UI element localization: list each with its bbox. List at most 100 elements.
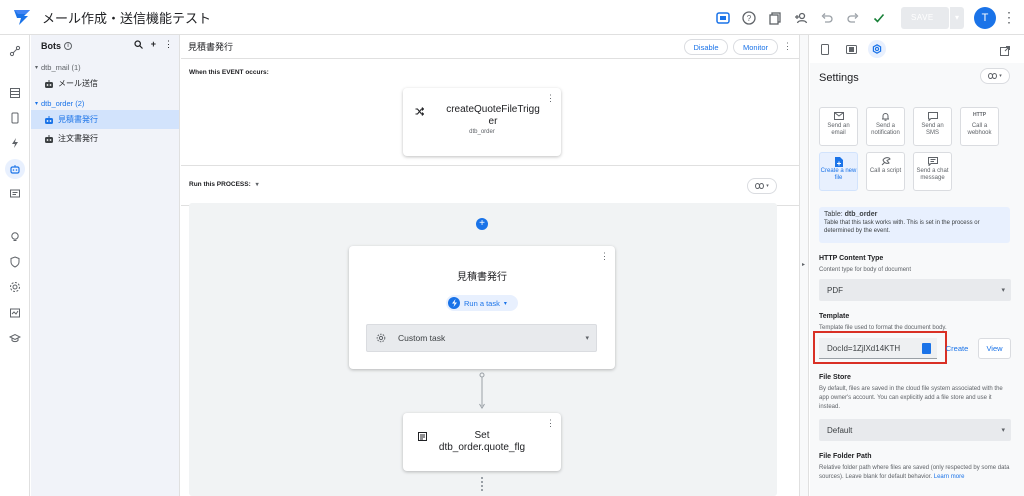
table-name: dtb_order <box>844 211 878 218</box>
http-content-type-value: PDF <box>827 285 843 295</box>
help-icon[interactable]: ? <box>737 6 761 30</box>
chevron-down-icon: ▾ <box>766 183 769 189</box>
process-link-toggle[interactable]: ▾ <box>747 178 777 194</box>
http-icon: HTTP <box>972 112 987 118</box>
step-card[interactable]: ⋮ 見積書発行 Run a task ▾ Custom task ▾ <box>349 246 615 369</box>
bots-more-icon[interactable]: ⋮ <box>164 40 173 51</box>
chevron-down-icon: ▾ <box>999 73 1002 79</box>
bot-item-label: 注文書発行 <box>58 134 98 143</box>
redo-icon[interactable] <box>841 6 865 30</box>
appsheet-logo <box>14 10 30 25</box>
chevron-down-icon: ▾ <box>585 335 589 342</box>
more-menu-icon[interactable]: ⋮ <box>1002 9 1016 26</box>
collapse-icon[interactable]: ▾ <box>35 64 38 71</box>
http-content-type-label: HTTP Content Type <box>819 255 884 262</box>
task-type-select[interactable]: Custom task ▾ <box>366 324 597 352</box>
manage-icon[interactable] <box>5 303 25 323</box>
bot-item-mail-send[interactable]: メール送信 <box>31 74 179 93</box>
actions-icon[interactable] <box>5 133 25 153</box>
step-card-more-icon[interactable]: ⋮ <box>600 251 609 262</box>
collapse-icon[interactable]: ▾ <box>35 100 38 107</box>
settings-panel: Settings ▾ Send an email Send a notifica… <box>810 35 1024 496</box>
info-icon[interactable]: i <box>64 42 72 50</box>
file-folder-path-label: File Folder Path <box>819 453 872 460</box>
http-content-type-desc: Content type for body of document <box>819 267 912 273</box>
bot-item-label: メール送信 <box>58 79 98 88</box>
event-card[interactable]: ⋮ createQuoteFileTrigg er dtb_order <box>403 88 561 156</box>
settings-tab-icon[interactable] <box>868 40 886 58</box>
save-dropdown-icon[interactable]: ▾ <box>950 6 964 29</box>
mobile-preview-icon[interactable] <box>816 40 834 58</box>
panel-collapse-rail[interactable]: ▸ <box>799 35 809 496</box>
tile-send-notification[interactable]: Send a notification <box>866 107 905 146</box>
preview-icon[interactable] <box>711 6 735 30</box>
data-icon[interactable] <box>5 83 25 103</box>
robot-icon <box>45 115 53 124</box>
tile-call-script[interactable]: Call a script <box>866 152 905 191</box>
monitor-button[interactable]: Monitor <box>733 39 778 55</box>
undo-icon[interactable] <box>815 6 839 30</box>
set-card-line1: Set <box>474 430 490 441</box>
bot-item-label: 見積書発行 <box>58 115 98 124</box>
bot-title: 見積書発行 <box>188 42 234 52</box>
security-icon[interactable] <box>5 252 25 272</box>
template-view-button[interactable]: View <box>978 338 1011 359</box>
set-card-more-icon[interactable]: ⋮ <box>546 418 555 429</box>
add-step-icon[interactable]: + <box>476 218 488 230</box>
event-table: dtb_order <box>469 129 495 135</box>
chat-icon[interactable] <box>5 184 25 204</box>
bots-icon[interactable] <box>5 159 25 179</box>
settings-link-toggle[interactable]: ▾ <box>980 68 1010 84</box>
tablet-preview-icon[interactable] <box>842 40 860 58</box>
save-button[interactable]: SAVE <box>901 6 949 29</box>
add-user-icon[interactable] <box>789 6 813 30</box>
table-label: Table: <box>824 211 843 218</box>
chevron-down-icon: ▾ <box>1001 427 1005 434</box>
open-external-icon[interactable] <box>1000 43 1010 61</box>
table-info-box: Table: dtb_order Table that this task wo… <box>819 207 1010 243</box>
copy-icon[interactable] <box>763 6 787 30</box>
bot-item-quote-issue[interactable]: 見積書発行 <box>31 110 179 129</box>
left-rail <box>0 35 30 496</box>
process-heading[interactable]: Run this PROCESS: ▾ <box>189 181 259 188</box>
search-icon[interactable] <box>134 40 143 51</box>
bolt-icon <box>448 297 460 309</box>
learn-more-link[interactable]: Learn more <box>934 474 965 480</box>
disable-button[interactable]: Disable <box>684 39 728 55</box>
highlight-box <box>813 331 947 364</box>
template-create-button[interactable]: Create <box>940 338 974 359</box>
bot-group-dtb-order[interactable]: ▾ dtb_order (2) <box>31 97 179 110</box>
chevron-right-icon[interactable]: ▸ <box>802 261 805 268</box>
file-store-select[interactable]: Default ▾ <box>819 419 1011 441</box>
avatar[interactable]: T <box>974 6 996 29</box>
add-bot-icon[interactable]: + <box>151 40 156 51</box>
tile-send-email[interactable]: Send an email <box>819 107 858 146</box>
learn-icon[interactable] <box>5 328 25 348</box>
run-task-dropdown[interactable]: Run a task ▾ <box>446 295 518 311</box>
event-title-line1: createQuoteFileTrigg <box>446 104 540 115</box>
editor-more-icon[interactable]: ⋮ <box>783 41 792 52</box>
tile-call-webhook[interactable]: HTTP Call a webhook <box>960 107 999 146</box>
event-card-more-icon[interactable]: ⋮ <box>546 93 555 104</box>
automation-icon[interactable] <box>5 41 25 61</box>
views-icon[interactable] <box>5 108 25 128</box>
unlink-icon <box>988 73 998 79</box>
settings-icon[interactable] <box>5 277 25 297</box>
event-title-line2: er <box>488 116 498 127</box>
chat-icon <box>914 157 951 168</box>
http-content-type-select[interactable]: PDF ▾ <box>819 279 1011 301</box>
tile-send-chat-message[interactable]: Send a chat message <box>913 152 952 191</box>
bot-item-order-issue[interactable]: 注文書発行 <box>31 129 179 148</box>
intelligence-icon[interactable] <box>5 227 25 247</box>
bot-editor: 見積書発行 Disable Monitor ⋮ When this EVENT … <box>181 35 799 496</box>
svg-text:?: ? <box>747 14 752 23</box>
tile-create-new-file[interactable]: Create a new file <box>819 152 858 191</box>
set-column-card[interactable]: ⋮ Set dtb_order.quote_flg <box>403 413 561 471</box>
table-desc: Table that this task works with. This is… <box>824 220 980 234</box>
bot-group-dtb-mail[interactable]: ▾ dtb_mail (1) <box>31 61 179 74</box>
sms-icon <box>914 112 951 123</box>
check-icon <box>867 6 891 30</box>
process-dropdown-icon[interactable]: ▾ <box>256 182 259 188</box>
tile-send-sms[interactable]: Send an SMS <box>913 107 952 146</box>
envelope-icon <box>820 112 857 123</box>
